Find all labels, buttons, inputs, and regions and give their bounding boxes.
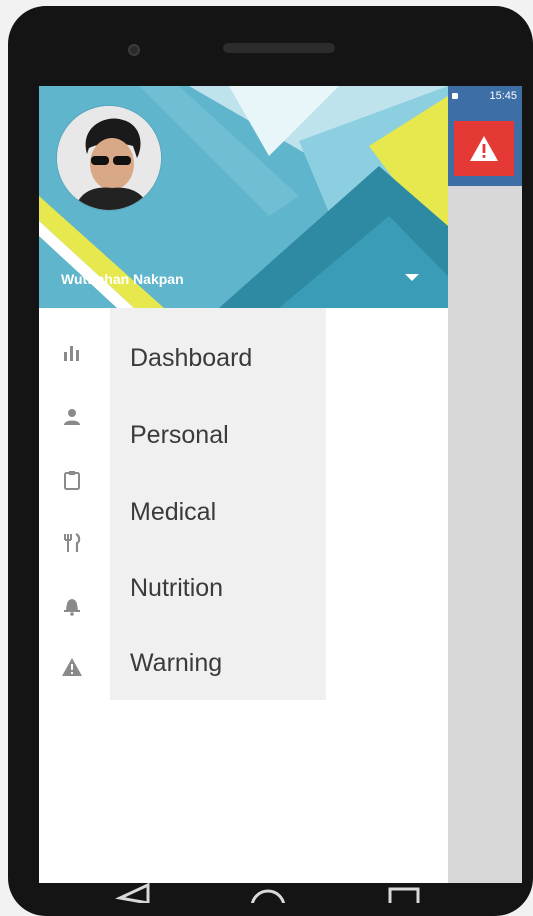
camera-lens	[128, 44, 140, 56]
signal-icon	[452, 93, 458, 99]
menu-item-personal[interactable]: Personal	[130, 421, 229, 450]
alarm-bell-icon	[64, 599, 80, 616]
menu-item-dashboard[interactable]: Dashboard	[130, 344, 252, 373]
fork-knife-icon	[64, 533, 81, 552]
chevron-down-icon[interactable]	[405, 274, 419, 281]
status-time: 15:45	[489, 90, 517, 102]
navigation-drawer: Wuttiphan Nakpan Dashboard Personal Medi…	[39, 86, 448, 883]
nav-menu: Dashboard Personal Medical Nutrition War…	[110, 308, 326, 700]
back-icon[interactable]	[115, 882, 150, 903]
person-icon	[64, 409, 80, 425]
username: Wuttiphan Nakpan	[61, 271, 184, 287]
earpiece-speaker	[223, 43, 335, 53]
warning-icon	[470, 136, 498, 161]
clipboard-icon	[64, 471, 80, 490]
menu-item-warning[interactable]: Warning	[130, 649, 222, 678]
warning-triangle-icon	[62, 658, 82, 676]
menu-item-nutrition[interactable]: Nutrition	[130, 574, 223, 603]
app-bar	[448, 108, 522, 186]
drawer-header: Wuttiphan Nakpan	[39, 86, 448, 308]
bar-chart-icon	[64, 346, 79, 361]
avatar[interactable]	[57, 106, 161, 210]
alert-button[interactable]	[454, 121, 514, 176]
phone-screen: 15:45 Wuttiphan Nakpan Dashboard Persona…	[39, 86, 522, 883]
phone-frame: 15:45 Wuttiphan Nakpan Dashboard Persona…	[8, 6, 533, 916]
status-bar: 15:45	[448, 86, 522, 108]
system-nav-bar	[115, 882, 420, 903]
home-icon[interactable]	[250, 889, 286, 903]
profile-photo	[57, 106, 161, 210]
recents-icon[interactable]	[388, 887, 420, 903]
menu-item-medical[interactable]: Medical	[130, 498, 216, 527]
